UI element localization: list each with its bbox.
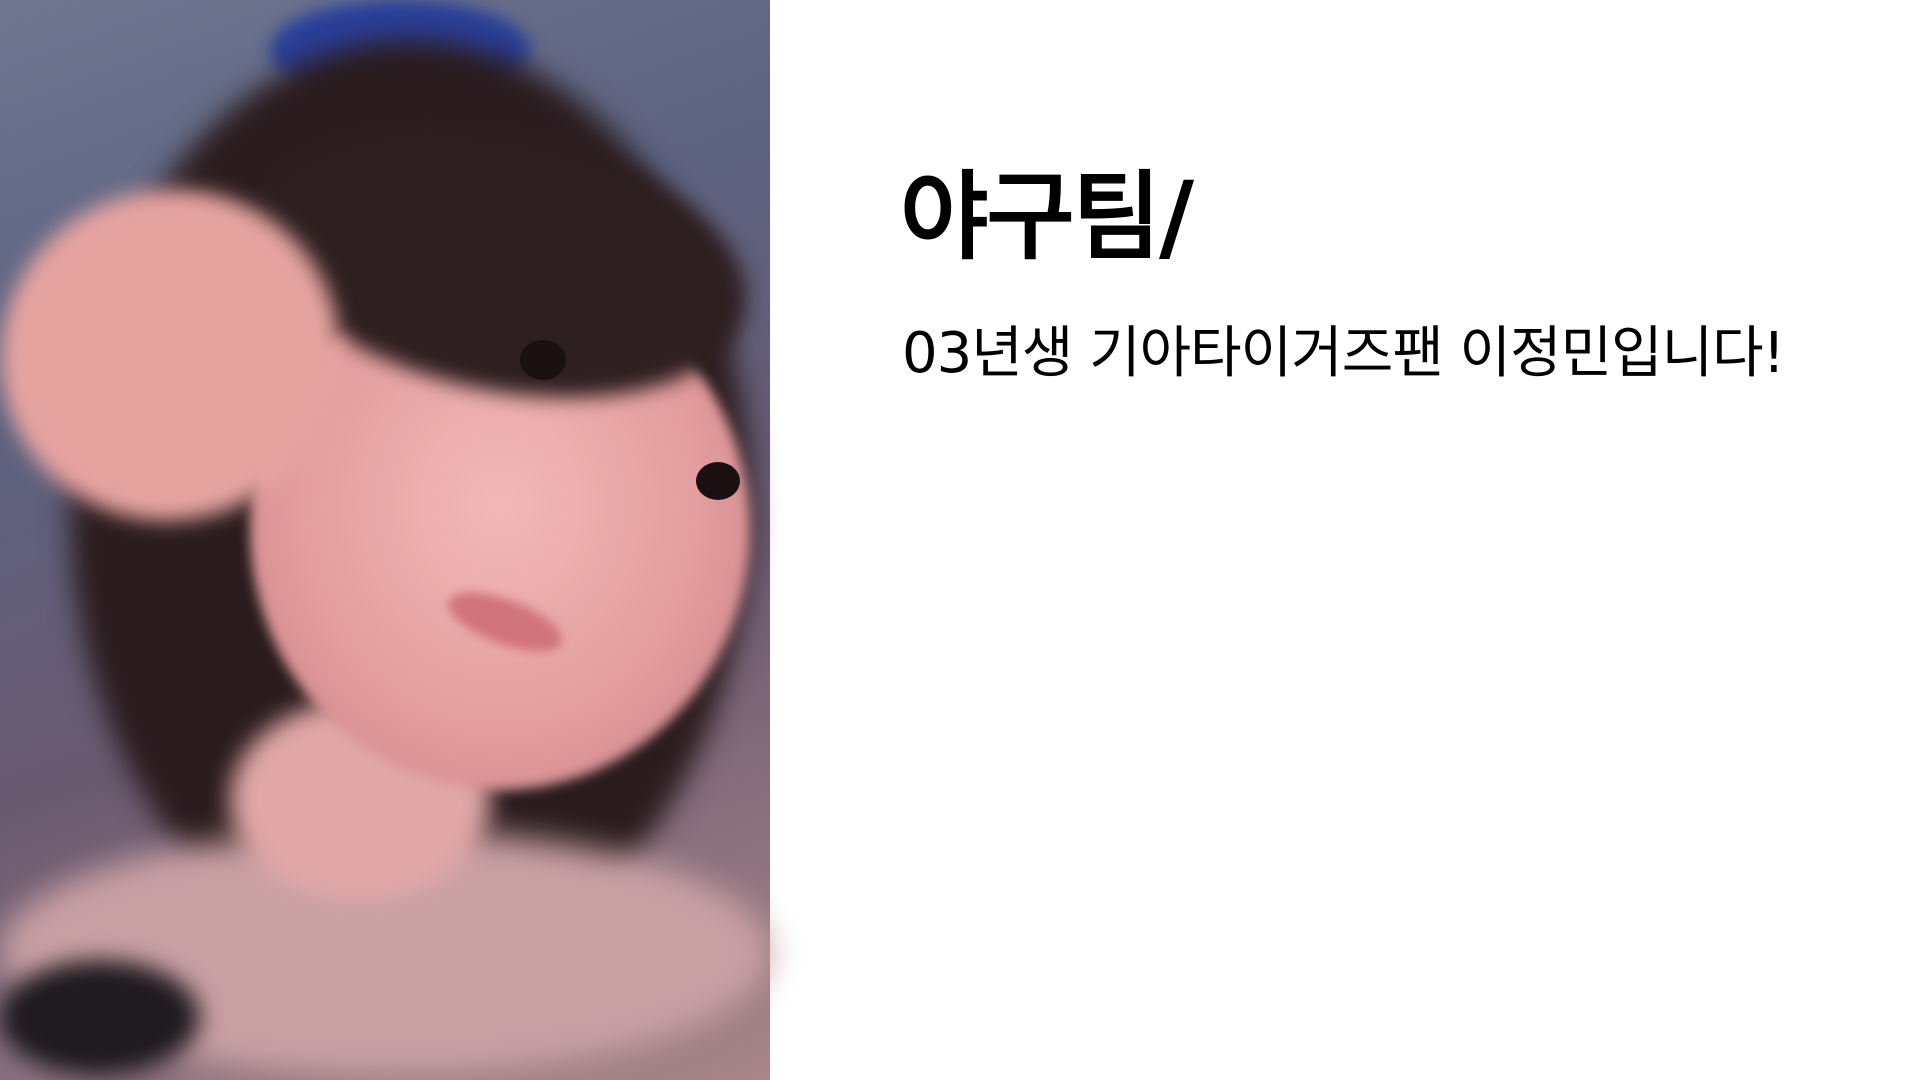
photo-eye-shape bbox=[696, 462, 740, 500]
portrait-photo bbox=[0, 0, 772, 1080]
photo-eye-shape bbox=[520, 340, 566, 380]
slide-title: 야구팀/ bbox=[900, 161, 1194, 273]
slide-subtitle: 03년생 기아타이거즈팬 이정민입니다! bbox=[902, 321, 1785, 386]
photo-clothing-shape bbox=[0, 960, 200, 1075]
